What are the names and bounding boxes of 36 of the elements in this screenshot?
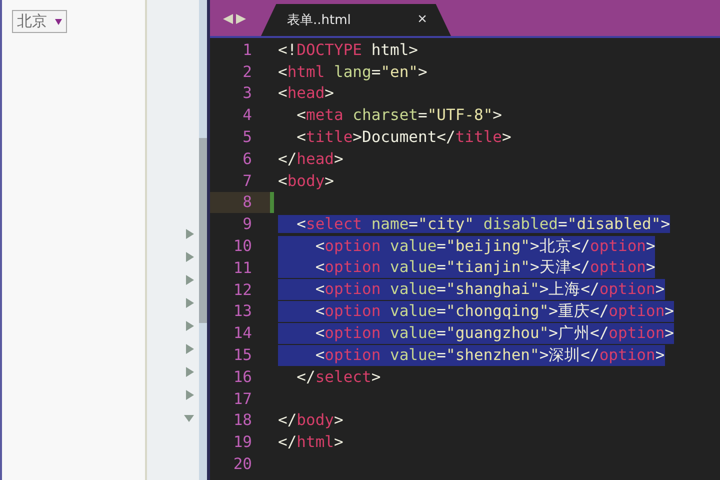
scrollbar-thumb[interactable] — [199, 138, 207, 323]
fold-down-arrow-icon[interactable] — [183, 412, 195, 424]
fold-arrow-icon[interactable] — [183, 251, 195, 263]
fold-arrow-icon[interactable] — [183, 228, 195, 240]
fold-arrow-icon[interactable] — [183, 274, 195, 286]
line-number: 2 — [242, 62, 253, 83]
line-number: 20 — [232, 454, 253, 475]
line-number: 7 — [242, 170, 253, 192]
line-number: 6 — [242, 148, 253, 170]
fold-arrow-icon[interactable] — [183, 297, 195, 309]
tab-title: 表单..html — [287, 12, 351, 29]
line-number: 5 — [242, 127, 253, 148]
line-number: 1 — [242, 40, 253, 61]
line-number: 8 — [210, 192, 274, 214]
line-number: 4 — [242, 105, 253, 126]
line-number: 9 — [242, 214, 253, 236]
left-arrow-icon[interactable] — [222, 13, 234, 25]
line-number: 17 — [232, 388, 253, 410]
close-button[interactable]: × — [418, 11, 427, 29]
line-number: 13 — [232, 301, 253, 322]
line-number: 14 — [232, 323, 253, 344]
file-tab[interactable]: 表单..html × — [261, 4, 451, 36]
line-number: 15 — [232, 345, 253, 366]
line-number: 16 — [232, 366, 253, 388]
line-number: 11 — [232, 258, 253, 279]
dropdown-arrow-icon — [55, 18, 62, 24]
fold-arrow-icon[interactable] — [183, 389, 195, 401]
fold-arrow-icon[interactable] — [183, 320, 195, 332]
line-number: 19 — [232, 432, 253, 454]
right-arrow-icon[interactable] — [235, 13, 247, 25]
line-number: 3 — [242, 83, 253, 104]
line-number: 12 — [232, 280, 253, 301]
fold-arrow-icon[interactable] — [183, 366, 195, 378]
line-number: 18 — [232, 410, 253, 432]
line-number: 10 — [232, 236, 253, 257]
fold-arrow-icon[interactable] — [183, 343, 195, 355]
